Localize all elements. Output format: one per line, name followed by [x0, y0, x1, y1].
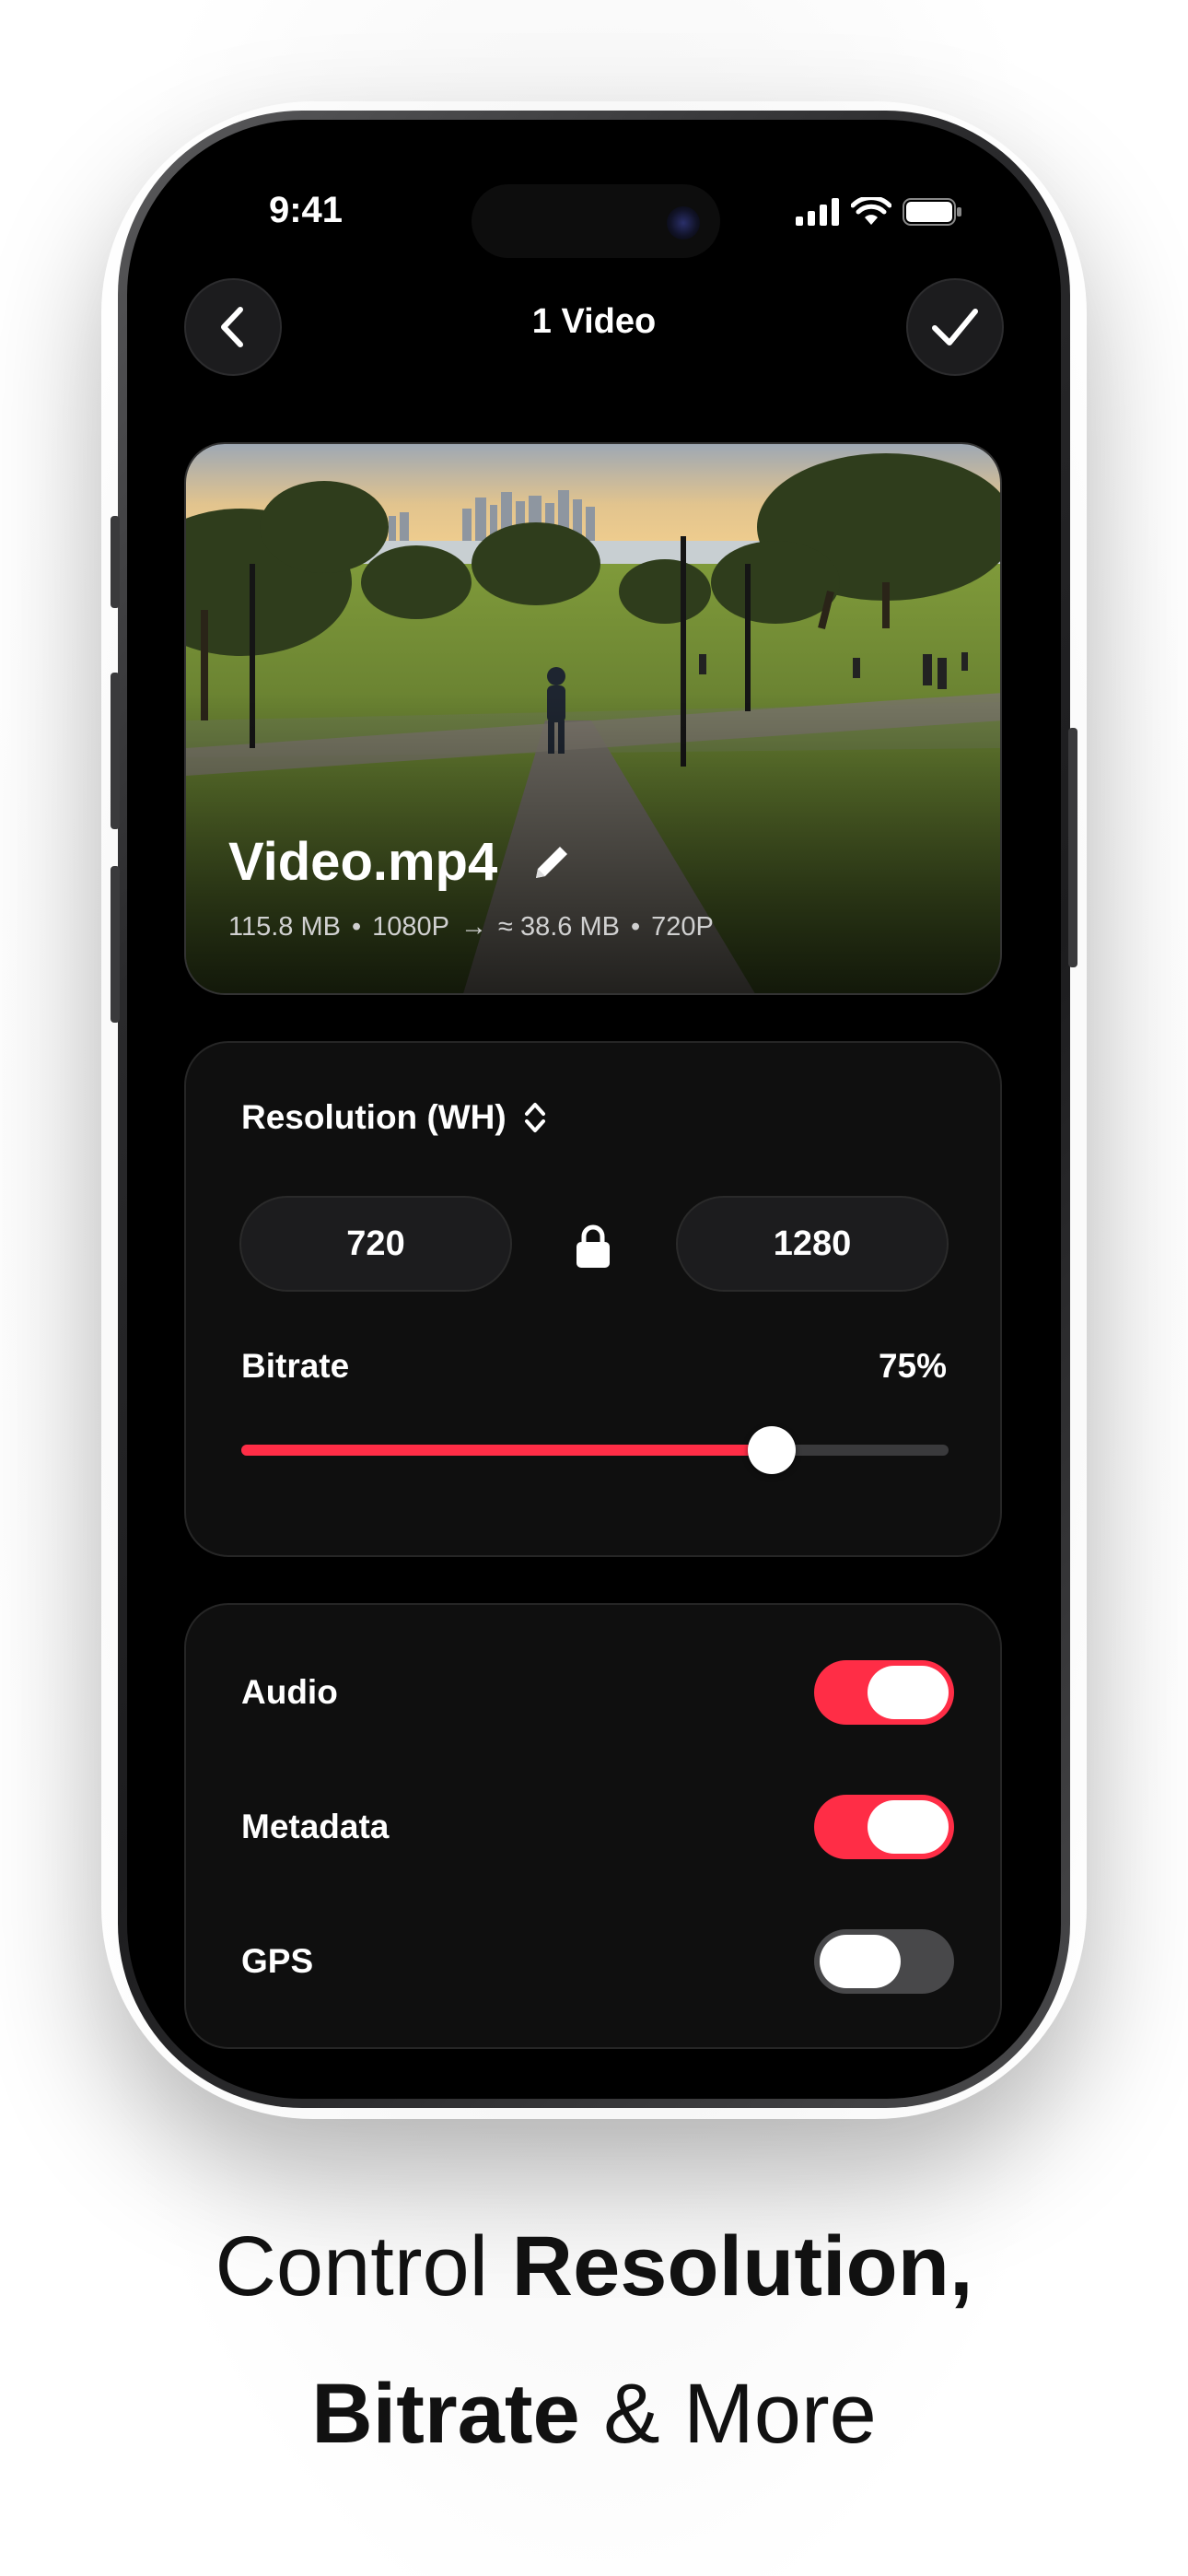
resolution-label: Resolution (WH): [241, 1098, 507, 1136]
caption-regular: & More: [579, 2367, 877, 2461]
options-card: Audio Metadata GPS: [184, 1603, 1002, 2049]
caption-bold: Resolution,: [511, 2219, 973, 2313]
bitrate-slider[interactable]: [241, 1426, 949, 1474]
bitrate-label: Bitrate: [241, 1347, 350, 1385]
arrow-right-icon: →: [460, 912, 487, 942]
chevron-left-icon: [221, 307, 243, 347]
power-button: [1068, 728, 1077, 967]
volume-down-button: [111, 866, 120, 1023]
chevron-up-down-icon: [524, 1103, 545, 1132]
toggle-label: Audio: [241, 1673, 338, 1711]
action-button: [111, 516, 120, 608]
wifi-icon: [851, 197, 891, 225]
audio-toggle[interactable]: [814, 1660, 954, 1725]
original-resolution: 1080P: [372, 912, 449, 942]
bitrate-slider-fill: [241, 1445, 772, 1456]
resolution-bitrate-card: Resolution (WH) 720 1280 Bitrate 75%: [184, 1041, 1002, 1557]
phone-screen: 9:41 1 Video Video.mp4 115.8 MB • 1080P …: [140, 133, 1048, 2086]
video-file-name: Video.mp4: [228, 832, 498, 892]
toggle-label: GPS: [241, 1942, 314, 1980]
toggle-label: Metadata: [241, 1808, 390, 1845]
resolution-selector[interactable]: Resolution (WH): [241, 1098, 547, 1137]
volume-up-button: [111, 673, 120, 829]
toggle-thumb: [868, 1666, 949, 1719]
caption-bold: Bitrate: [311, 2367, 580, 2461]
caption-regular: Control: [215, 2219, 512, 2313]
battery-icon: [903, 198, 961, 226]
toggle-thumb: [868, 1800, 949, 1854]
status-time: 9:41: [268, 190, 344, 230]
marketing-stage: 9:41 1 Video Video.mp4 115.8 MB • 1080P …: [0, 0, 1188, 2576]
page-title: 1 Video: [531, 302, 657, 341]
pencil-icon[interactable]: [529, 839, 575, 885]
estimated-size: ≈ 38.6 MB: [498, 912, 620, 942]
checkmark-icon: [932, 309, 978, 345]
original-size: 115.8 MB: [228, 912, 341, 942]
meta-separator: •: [351, 912, 362, 942]
bitrate-slider-knob[interactable]: [748, 1426, 796, 1474]
caption-line-1: Control Resolution,: [0, 2219, 1188, 2315]
target-resolution: 720P: [651, 912, 714, 942]
toggle-row-metadata: Metadata: [241, 1795, 954, 1859]
back-button[interactable]: [184, 278, 282, 376]
bitrate-value: 75%: [878, 1347, 947, 1385]
gps-toggle[interactable]: [814, 1929, 954, 1994]
video-preview-card[interactable]: Video.mp4 115.8 MB • 1080P → ≈ 38.6 MB •…: [184, 442, 1002, 995]
caption-line-2: Bitrate & More: [0, 2366, 1188, 2463]
metadata-toggle[interactable]: [814, 1795, 954, 1859]
cellular-signal-icon: [796, 198, 839, 226]
front-camera: [667, 206, 700, 240]
status-icons: [796, 197, 963, 227]
resolution-width-field[interactable]: 720: [239, 1196, 512, 1292]
toggle-thumb: [820, 1935, 901, 1988]
toggle-row-gps: GPS: [241, 1929, 954, 1994]
confirm-button[interactable]: [906, 278, 1004, 376]
toggle-row-audio: Audio: [241, 1660, 954, 1725]
resolution-height-field[interactable]: 1280: [676, 1196, 949, 1292]
video-meta: 115.8 MB • 1080P → ≈ 38.6 MB • 720P: [228, 912, 714, 943]
meta-separator: •: [630, 912, 641, 942]
video-name-row: Video.mp4: [228, 831, 575, 893]
lock-icon[interactable]: [573, 1224, 613, 1268]
